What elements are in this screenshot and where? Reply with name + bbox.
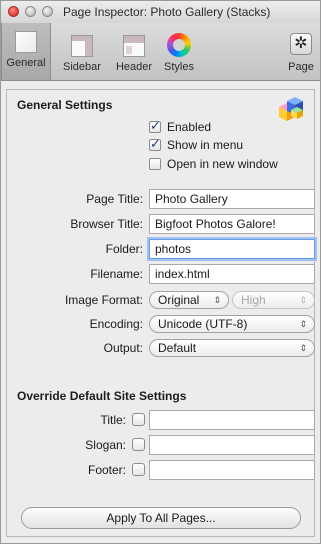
open-new-window-label: Open in new window <box>167 157 278 171</box>
tab-sidebar[interactable]: Sidebar <box>56 27 108 79</box>
override-slogan-checkbox[interactable] <box>132 438 145 451</box>
browser-title-field[interactable]: Bigfoot Photos Galore! <box>149 214 315 234</box>
tab-header[interactable]: Header <box>111 27 157 79</box>
image-quality-value: High <box>241 293 266 307</box>
override-footer-row: Footer: <box>7 460 316 480</box>
image-quality-select: High ⇕ <box>232 291 315 309</box>
tab-page-label: Page <box>288 61 314 73</box>
override-title-checkbox[interactable] <box>132 413 145 426</box>
browser-title-row: Browser Title: Bigfoot Photos Galore! <box>7 214 316 234</box>
tab-header-label: Header <box>115 61 153 73</box>
open-new-window-checkbox-row[interactable]: Open in new window <box>149 157 278 171</box>
page-title-field[interactable]: Photo Gallery <box>149 189 315 209</box>
filename-field[interactable]: index.html <box>149 264 315 284</box>
title-bar[interactable]: Page Inspector: Photo Gallery (Stacks) <box>1 1 320 23</box>
output-value: Default <box>158 341 197 355</box>
override-title-row: Title: <box>7 410 316 430</box>
folder-label: Folder: <box>105 242 143 256</box>
override-title-field[interactable] <box>149 410 315 430</box>
filename-row: Filename: index.html <box>7 264 316 284</box>
apply-to-all-pages-button[interactable]: Apply To All Pages... <box>21 507 301 529</box>
enabled-label: Enabled <box>167 120 212 134</box>
sidebar-layout-icon <box>67 33 97 59</box>
tab-sidebar-label: Sidebar <box>63 61 101 73</box>
override-footer-checkbox[interactable] <box>132 463 145 476</box>
tab-page[interactable]: ✲ Page <box>285 27 317 79</box>
override-settings-heading: Override Default Site Settings <box>17 389 187 403</box>
tab-general[interactable]: General <box>1 23 51 80</box>
override-title-label: Title: <box>100 413 126 427</box>
override-footer-label: Footer: <box>87 463 126 477</box>
general-settings-heading: General Settings <box>17 98 113 112</box>
image-format-select[interactable]: Original ⇕ <box>149 291 229 309</box>
tab-general-label: General <box>6 57 46 69</box>
encoding-select[interactable]: Unicode (UTF-8) ⇕ <box>149 315 315 333</box>
enabled-checkbox[interactable] <box>149 118 161 134</box>
encoding-row: Encoding: Unicode (UTF-8) ⇕ <box>7 314 316 334</box>
override-slogan-label: Slogan: <box>85 438 126 452</box>
page-title-row: Page Title: Photo Gallery <box>7 189 316 209</box>
popup-arrows-icon: ⇕ <box>299 343 307 353</box>
output-select[interactable]: Default ⇕ <box>149 339 315 357</box>
folder-field[interactable]: photos <box>149 239 315 259</box>
page-title-label: Page Title: <box>86 192 143 206</box>
close-window-button[interactable] <box>8 6 19 17</box>
open-new-window-checkbox[interactable] <box>149 158 161 170</box>
toolbar: General Sidebar Header Styles ✲ Page <box>1 23 320 81</box>
general-settings-panel: General Settings Enabled Show in menu <box>6 89 315 537</box>
tab-styles[interactable]: Styles <box>160 27 198 79</box>
encoding-label: Encoding: <box>89 317 143 331</box>
gear-icon: ✲ <box>286 33 316 59</box>
tab-styles-label: Styles <box>164 61 194 73</box>
override-slogan-row: Slogan: <box>7 435 316 455</box>
stacks-cube-icon <box>275 95 305 125</box>
image-format-row: Image Format: Original ⇕ High ⇕ <box>7 290 316 310</box>
encoding-value: Unicode (UTF-8) <box>158 317 248 331</box>
popup-arrows-icon: ⇕ <box>299 295 307 305</box>
show-in-menu-label: Show in menu <box>167 138 244 152</box>
zoom-window-button[interactable] <box>42 6 53 17</box>
show-in-menu-checkbox[interactable] <box>149 136 161 152</box>
image-format-label: Image Format: <box>64 293 143 307</box>
minimize-window-button[interactable] <box>25 6 36 17</box>
override-footer-field[interactable] <box>149 460 315 480</box>
browser-title-label: Browser Title: <box>70 217 143 231</box>
page-inspector-window: Page Inspector: Photo Gallery (Stacks) G… <box>0 0 321 544</box>
show-in-menu-checkbox-row[interactable]: Show in menu <box>149 136 244 152</box>
popup-arrows-icon: ⇕ <box>299 319 307 329</box>
general-page-icon <box>11 29 41 55</box>
override-slogan-field[interactable] <box>149 435 315 455</box>
output-label: Output: <box>103 341 143 355</box>
header-layout-icon <box>119 33 149 59</box>
popup-arrows-icon: ⇕ <box>213 295 221 305</box>
enabled-checkbox-row[interactable]: Enabled <box>149 118 212 134</box>
filename-label: Filename: <box>90 267 143 281</box>
image-format-value: Original <box>158 293 200 307</box>
color-wheel-icon <box>164 33 194 59</box>
output-row: Output: Default ⇕ <box>7 338 316 358</box>
window-title: Page Inspector: Photo Gallery (Stacks) <box>63 5 271 19</box>
folder-row: Folder: photos <box>7 239 316 259</box>
